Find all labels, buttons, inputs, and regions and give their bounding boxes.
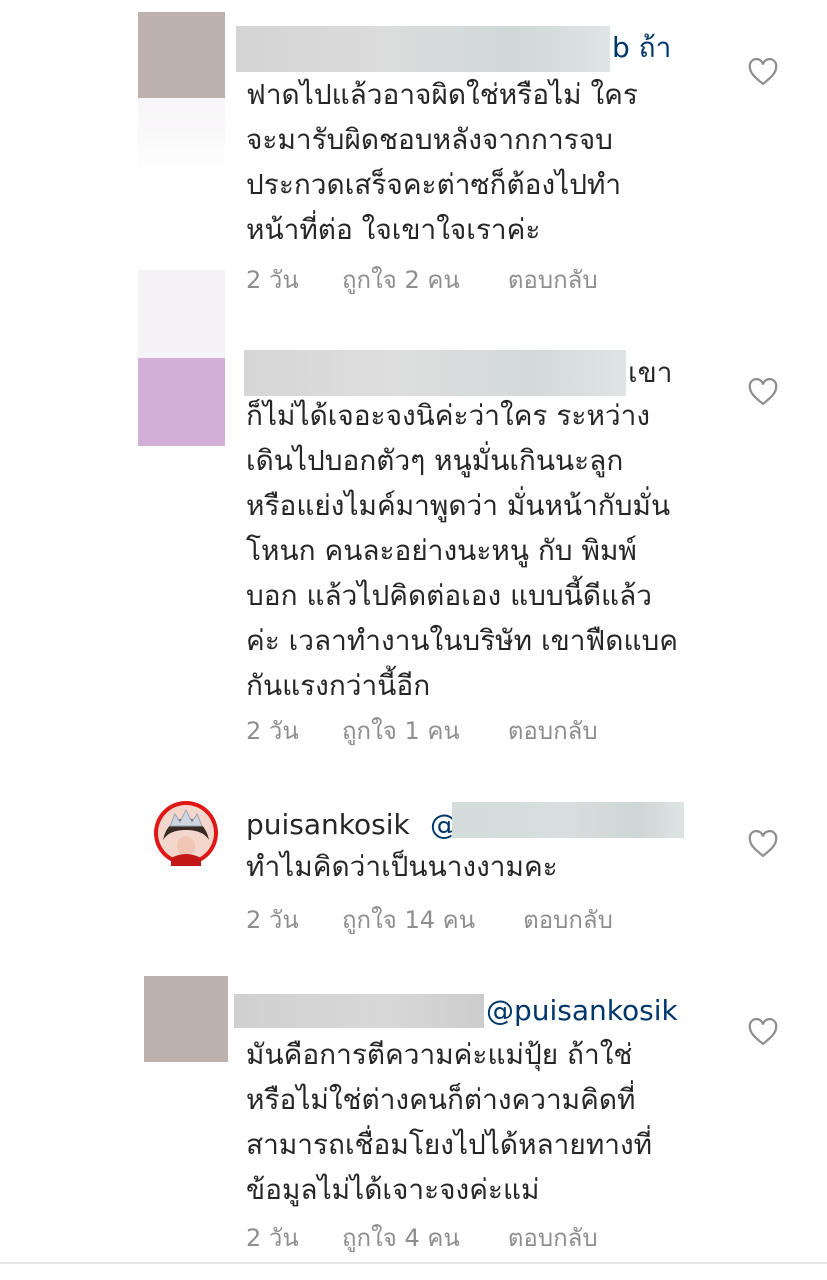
comment-time: 2 วัน — [246, 1224, 299, 1252]
avatar-faded — [138, 270, 225, 358]
avatar[interactable] — [138, 12, 225, 98]
likes-count[interactable]: ถูกใจ 14 คน — [342, 900, 475, 939]
comment-meta: 2 วัน ถูกใจ 4 คน ตอบกลับ — [246, 1218, 598, 1257]
avatar[interactable] — [138, 358, 225, 446]
comment-text: ทำไมคิดว่าเป็นนางงามคะ — [246, 850, 558, 883]
mention[interactable]: @puisankosik — [486, 988, 706, 1033]
comment-trail: เขา — [628, 356, 673, 389]
avatar[interactable] — [144, 976, 228, 1062]
likes-count[interactable]: ถูกใจ 4 คน — [342, 1218, 460, 1257]
comment-meta: 2 วัน ถูกใจ 1 คน ตอบกลับ — [246, 711, 598, 750]
bottom-divider — [0, 1262, 827, 1264]
comment-time: 2 วัน — [246, 717, 299, 745]
mention-redacted-bar[interactable] — [452, 802, 684, 838]
reply-button[interactable]: ตอบกลับ — [523, 900, 613, 939]
comment-time: 2 วัน — [246, 906, 299, 934]
comment-text: ฟาดไปแล้วอาจผิดใช่หรือไม่ ใคร จะมารับผิด… — [246, 78, 638, 246]
heart-outline-icon[interactable] — [748, 378, 778, 406]
username[interactable]: puisankosik — [246, 802, 426, 847]
avatar-faded — [138, 98, 225, 178]
heart-outline-icon[interactable] — [748, 830, 778, 858]
reply-button[interactable]: ตอบกลับ — [508, 711, 598, 750]
avatar-crown[interactable] — [153, 800, 219, 866]
heart-outline-icon[interactable] — [748, 58, 778, 86]
comment-trail: b ถ้า — [612, 31, 672, 64]
comment-4: @puisankosik มันคือการตีความค่ะแม่ปุ้ย ถ… — [0, 970, 827, 1260]
heart-outline-icon[interactable] — [748, 1018, 778, 1046]
username-redacted[interactable] — [244, 350, 626, 396]
comment-meta: 2 วัน ถูกใจ 14 คน ตอบกลับ — [246, 900, 613, 939]
username-redacted[interactable] — [236, 26, 610, 72]
comment-text: มันคือการตีความค่ะแม่ปุ้ย ถ้าใช่ หรือไม่… — [246, 1038, 653, 1206]
reply-button[interactable]: ตอบกลับ — [508, 1218, 598, 1257]
comment-text: ก็ไม่ได้เจอะจงนิค่ะว่าใคร ระหว่าง เดินไป… — [246, 399, 678, 702]
likes-count[interactable]: ถูกใจ 1 คน — [342, 711, 460, 750]
username-redacted[interactable] — [234, 994, 484, 1028]
comment-2: เขา ก็ไม่ได้เจอะจงนิค่ะว่าใคร ระหว่าง เด… — [0, 270, 827, 770]
comment-3: puisankosik @ ทำไมคิดว่าเป็นนางงามคะ 2 ว… — [0, 780, 827, 960]
